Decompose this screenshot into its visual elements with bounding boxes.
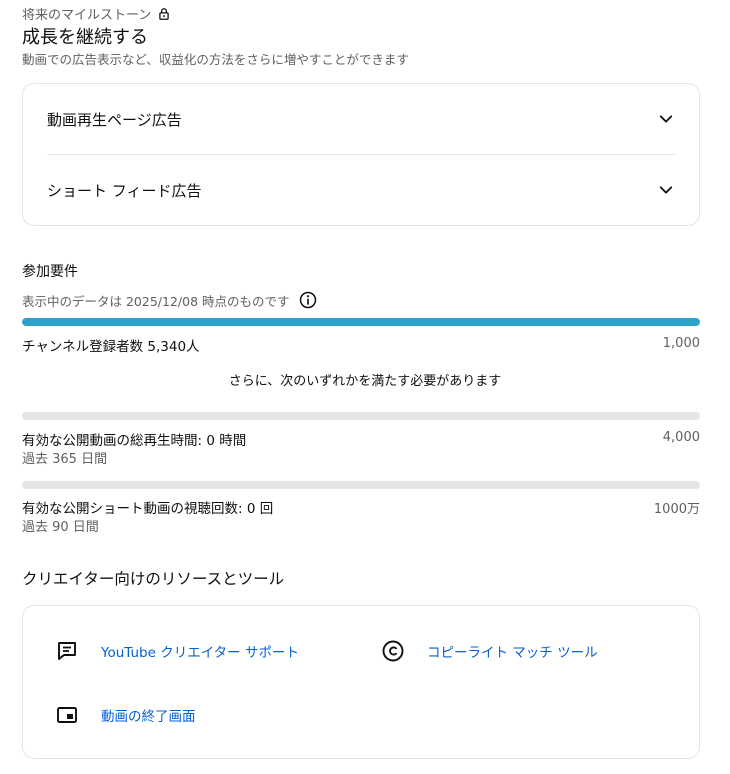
shorts-views-label: 有効な公開ショート動画の視聴回数: 0 回 (22, 501, 274, 517)
watch-hours-target: 4,000 (662, 430, 700, 445)
copyright-icon (382, 640, 404, 662)
ads-item-watch-page[interactable]: 動画再生ページ広告 (47, 84, 675, 154)
resource-end-screen[interactable]: 動画の終了画面 (55, 703, 196, 727)
ads-item-label: ショート フィード広告 (47, 181, 202, 200)
subscribers-progress-bar (22, 318, 700, 326)
data-note: 表示中のデータは 2025/12/08 時点のものです (22, 293, 290, 309)
chevron-down-icon[interactable] (657, 110, 675, 128)
milestone-description: 動画での広告表示など、収益化の方法をさらに増やすことができます (22, 52, 409, 67)
future-milestone-row: 将来のマイルストーン (22, 4, 171, 23)
info-icon[interactable] (298, 290, 318, 310)
resources-card: YouTube クリエイター サポート コピーライト マッチ ツール 動画の終了… (22, 605, 700, 759)
resource-link[interactable]: コピーライト マッチ ツール (427, 641, 598, 661)
watch-hours-progress-bar (22, 412, 700, 420)
resources-title: クリエイター向けのリソースとツール (22, 570, 285, 588)
lock-icon (159, 7, 170, 20)
shorts-views-progress-bar (22, 481, 700, 489)
progress-fill (22, 318, 700, 326)
subscribers-target: 1,000 (662, 336, 700, 351)
ads-item-shorts-feed[interactable]: ショート フィード広告 (47, 155, 675, 225)
milestone-title: 成長を継続する (22, 27, 148, 48)
chevron-down-icon[interactable] (657, 181, 675, 199)
watch-hours-label: 有効な公開動画の総再生時間: 0 時間 (22, 433, 247, 449)
feedback-icon (58, 642, 76, 660)
future-milestone-label: 将来のマイルストーン (22, 8, 152, 23)
resource-link[interactable]: 動画の終了画面 (101, 705, 196, 725)
ads-options-card: 動画再生ページ広告 ショート フィード広告 (22, 83, 700, 226)
additional-requirement-text: さらに、次のいずれかを満たす必要があります (228, 374, 502, 389)
data-note-row: 表示中のデータは 2025/12/08 時点のものです (22, 290, 318, 310)
subscribers-label: チャンネル登録者数 5,340人 (22, 339, 200, 355)
resource-creator-support[interactable]: YouTube クリエイター サポート (55, 639, 299, 663)
shorts-views-period: 過去 90 日間 (22, 520, 99, 535)
resource-link[interactable]: YouTube クリエイター サポート (101, 641, 299, 661)
end-screen-icon (57, 707, 77, 723)
ads-item-label: 動画再生ページ広告 (47, 110, 182, 129)
shorts-views-target: 1000万 (653, 502, 700, 517)
requirements-title: 参加要件 (22, 264, 78, 280)
resource-copyright-match[interactable]: コピーライト マッチ ツール (381, 639, 598, 663)
watch-hours-period: 過去 365 日間 (22, 452, 108, 467)
